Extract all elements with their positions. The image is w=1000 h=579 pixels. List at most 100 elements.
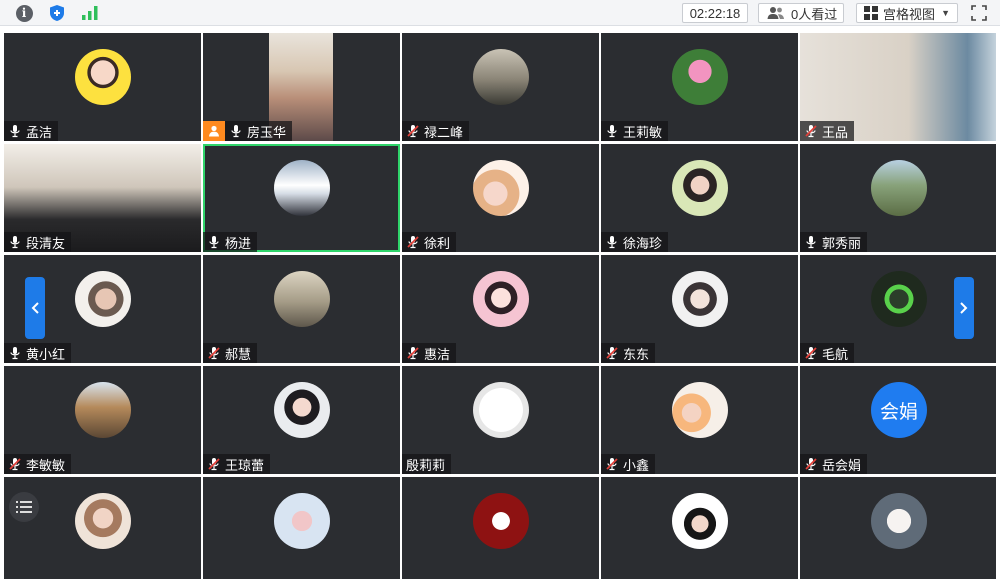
participant-grid: 孟洁 房玉华 禄二峰 王莉敏 王品段清友 杨进 徐利 徐海珍 郭秀丽黄小红 郝慧 惠洁 东东 毛航李敏敏…	[4, 33, 996, 579]
participant-tile[interactable]: 小鑫	[601, 366, 798, 474]
participant-tile[interactable]: 段清友	[4, 144, 201, 252]
participant-name: 徐海珍	[623, 235, 663, 251]
avatar	[75, 271, 131, 327]
layout-dropdown[interactable]: 宫格视图 ▼	[856, 3, 958, 23]
viewers-label: 0人看过	[791, 6, 838, 22]
list-icon[interactable]	[9, 492, 39, 522]
avatar	[871, 271, 927, 327]
name-tag: 禄二峰	[402, 121, 470, 141]
participant-name: 郝慧	[225, 346, 252, 362]
participant-name: 惠洁	[424, 346, 451, 362]
participant-tile[interactable]: 郝慧	[203, 255, 400, 363]
mic-muted-icon	[804, 124, 818, 138]
avatar	[473, 382, 529, 438]
participant-name: 房玉华	[247, 124, 287, 140]
participant-tile[interactable]: 东东	[601, 255, 798, 363]
mic-muted-icon	[406, 235, 420, 249]
grid-view-icon	[864, 6, 878, 20]
avatar	[473, 49, 529, 105]
name-tag: 岳会娟	[800, 454, 868, 474]
name-tag: 徐利	[402, 232, 457, 252]
avatar	[672, 493, 728, 549]
avatar	[274, 493, 330, 549]
avatar	[75, 49, 131, 105]
chevron-right-icon[interactable]	[954, 277, 974, 339]
meeting-timer: 02:22:18	[682, 3, 748, 23]
signal-icon[interactable]	[80, 3, 100, 23]
avatar	[672, 49, 728, 105]
name-tag: 房玉华	[203, 121, 293, 141]
viewers-button[interactable]: 0人看过	[758, 3, 844, 23]
name-tag: 郭秀丽	[800, 232, 868, 252]
participant-name: 徐利	[424, 235, 451, 251]
participant-tile[interactable]	[4, 477, 201, 579]
top-toolbar: i 02:22:18 0人看过 宫格视图 ▼	[0, 0, 1000, 26]
participant-name: 黄小红	[26, 346, 66, 362]
avatar	[274, 271, 330, 327]
participant-name: 东东	[623, 346, 650, 362]
participant-tile[interactable]: 惠洁	[402, 255, 599, 363]
participant-name: 孟洁	[26, 124, 53, 140]
mic-muted-icon	[804, 457, 818, 471]
mic-muted-icon	[605, 457, 619, 471]
mic-icon	[605, 235, 619, 249]
participant-tile[interactable]: 房玉华	[203, 33, 400, 141]
participant-tile[interactable]: 孟洁	[4, 33, 201, 141]
participant-tile[interactable]	[203, 477, 400, 579]
layout-label: 宫格视图	[883, 6, 936, 22]
participant-name: 小鑫	[623, 457, 650, 473]
mic-muted-icon	[207, 346, 221, 360]
participant-tile[interactable]: 王莉敏	[601, 33, 798, 141]
participant-tile[interactable]: 王琼蕾	[203, 366, 400, 474]
participant-name: 王琼蕾	[225, 457, 265, 473]
name-tag: 东东	[601, 343, 656, 363]
mic-muted-icon	[804, 346, 818, 360]
participant-tile[interactable]: 禄二峰	[402, 33, 599, 141]
mic-muted-icon	[207, 457, 221, 471]
avatar	[871, 493, 927, 549]
mic-muted-icon	[406, 124, 420, 138]
name-tag: 王品	[800, 121, 855, 141]
participant-tile[interactable]	[800, 477, 996, 579]
avatar	[672, 160, 728, 216]
avatar: 会娟	[871, 382, 927, 438]
name-tag: 段清友	[4, 232, 72, 252]
avatar-text: 会娟	[879, 401, 918, 423]
participant-tile[interactable]: 李敏敏	[4, 366, 201, 474]
participant-tile[interactable]	[601, 477, 798, 579]
participant-name: 郭秀丽	[822, 235, 862, 251]
chevron-down-icon: ▼	[941, 8, 950, 18]
avatar	[871, 160, 927, 216]
shield-icon[interactable]	[47, 3, 67, 23]
participant-tile[interactable]: 会娟岳会娟	[800, 366, 996, 474]
info-icon[interactable]: i	[14, 3, 34, 23]
avatar	[274, 382, 330, 438]
participant-tile[interactable]	[402, 477, 599, 579]
mic-icon	[229, 124, 243, 138]
mic-icon	[804, 235, 818, 249]
participant-tile[interactable]: 徐利	[402, 144, 599, 252]
participant-name: 段清友	[26, 235, 66, 251]
participant-tile[interactable]: 杨进	[203, 144, 400, 252]
participant-tile[interactable]: 王品	[800, 33, 996, 141]
name-tag: 惠洁	[402, 343, 457, 363]
timer-text: 02:22:18	[689, 5, 741, 21]
participant-name: 王品	[822, 124, 849, 140]
people-icon	[767, 7, 784, 19]
participant-tile[interactable]: 郭秀丽	[800, 144, 996, 252]
chevron-left-icon[interactable]	[25, 277, 45, 339]
avatar	[75, 493, 131, 549]
participant-name: 岳会娟	[822, 457, 862, 473]
avatar	[274, 160, 330, 216]
name-tag: 杨进	[203, 232, 258, 252]
participant-tile[interactable]: 殷莉莉	[402, 366, 599, 474]
name-tag: 王琼蕾	[203, 454, 271, 474]
participant-name: 杨进	[225, 235, 252, 251]
mic-icon	[207, 235, 221, 249]
fullscreen-icon[interactable]	[968, 3, 990, 23]
name-tag: 毛航	[800, 343, 855, 363]
participant-name: 李敏敏	[26, 457, 66, 473]
participant-name: 王莉敏	[623, 124, 663, 140]
avatar	[672, 271, 728, 327]
participant-tile[interactable]: 徐海珍	[601, 144, 798, 252]
